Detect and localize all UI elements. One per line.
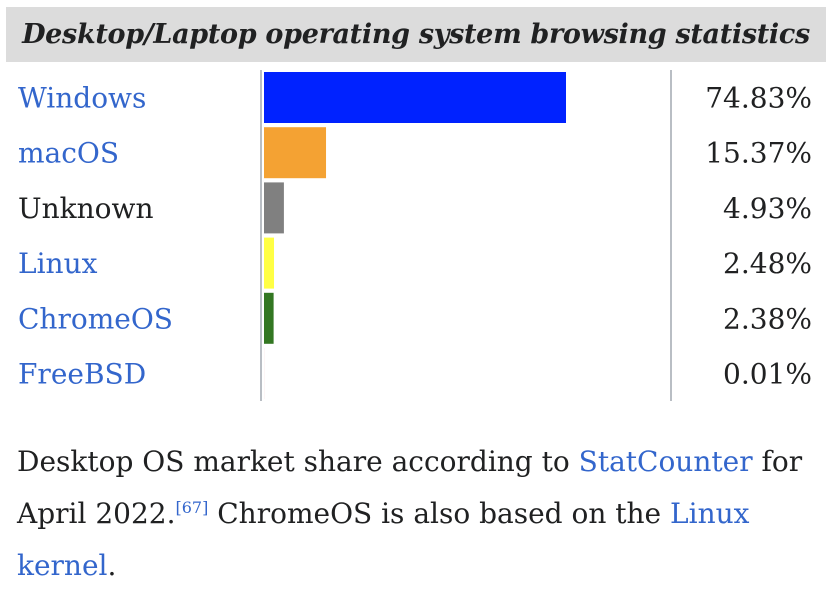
category-label-freebsd[interactable]: FreeBSD [18,358,146,391]
statcounter-link[interactable]: StatCounter [579,445,753,478]
category-label-windows[interactable]: Windows [18,82,146,115]
chart-caption: Desktop OS market share according to Sta… [17,436,817,592]
bar-unknown [264,182,284,234]
value-label-macos: 15.37% [705,137,812,170]
caption-text-1: Desktop OS market share according to [17,445,579,478]
bar-windows [264,72,566,123]
category-label-linux[interactable]: Linux [18,247,98,280]
value-label-windows: 74.83% [705,82,812,115]
category-label-chromeos[interactable]: ChromeOS [18,302,173,335]
value-label-linux: 2.48% [723,247,812,280]
category-label-macos[interactable]: macOS [18,137,119,170]
bar-linux [264,237,275,289]
bar-chromeos [264,292,274,344]
reference-67-link[interactable]: [67] [176,498,209,517]
chart-rows: Windows 74.83% macOS 15.37% Unknown 4.93% Linu… [18,72,812,399]
value-label-freebsd: 0.01% [723,358,812,391]
bar-macos [264,127,327,179]
caption-text-4: . [107,549,117,582]
category-label-unknown: Unknown [18,192,154,225]
value-label-chromeos: 2.38% [723,302,812,335]
bar-chart: Windows 74.83% macOS 15.37% Unknown 4.93% Linu… [18,70,812,401]
caption-text-3: ChromeOS is also based on the [208,497,671,530]
value-label-unknown: 4.93% [723,192,812,225]
